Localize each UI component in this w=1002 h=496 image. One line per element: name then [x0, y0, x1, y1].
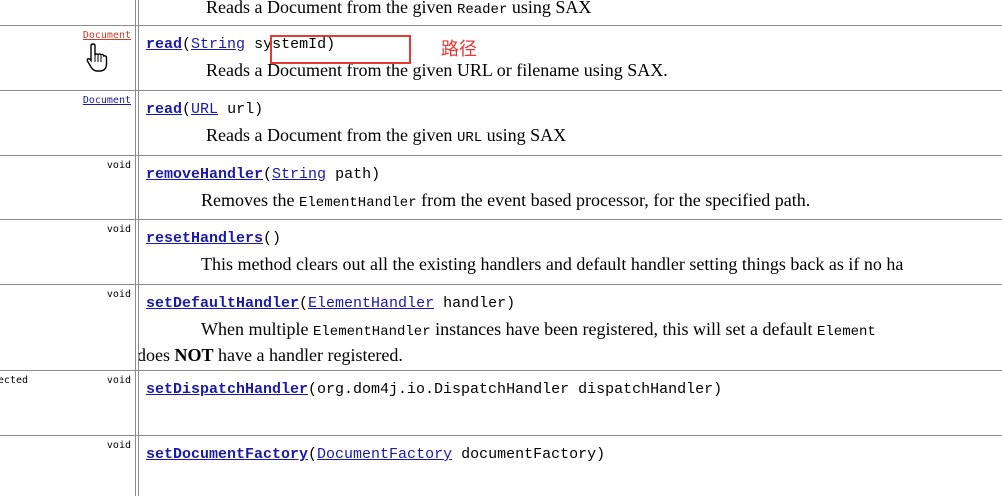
method-description: Removes the ElementHandler from the even… — [201, 190, 810, 211]
summary-cell: resetHandlers() This method clears out al… — [138, 220, 1002, 285]
return-type: void — [106, 375, 131, 386]
return-type: void — [106, 224, 131, 235]
method-row: void setDefaultHandler(ElementHandler han… — [0, 284, 1002, 371]
summary-cell: removeHandler(String path) Removes the El… — [138, 156, 1002, 220]
modifier-cell: void protected — [0, 371, 136, 436]
modifier-cell — [0, 0, 136, 26]
modifier-type: void — [107, 224, 131, 235]
desc-text: This method clears out all the existing … — [201, 254, 904, 274]
summary-cell: setDispatchHandler(org.dom4j.io.Dispatch… — [138, 371, 1002, 436]
method-description: Reads a Document from the given Reader u… — [206, 0, 591, 18]
method-row: Document read(URL url) Reads a Document fr… — [0, 90, 1002, 156]
method-name-link[interactable]: read — [146, 36, 182, 53]
modifier-cell: void — [0, 285, 136, 371]
method-signature: resetHandlers() — [146, 230, 282, 247]
method-name-link[interactable]: setDispatchHandler — [146, 381, 308, 398]
summary-cell: Reads a Document from the given Reader u… — [138, 0, 1002, 26]
method-description: Reads a Document from the given URL usin… — [206, 125, 566, 146]
method-signature: setDispatchHandler(org.dom4j.io.Dispatch… — [146, 381, 722, 398]
desc-text: Reads a Document from the given — [206, 125, 457, 145]
annotation-label: 路径 — [441, 39, 477, 60]
param-type-link[interactable]: ElementHandler — [308, 295, 434, 312]
desc-text: using SAX — [507, 0, 592, 17]
param-type-link[interactable]: DocumentFactory — [317, 446, 452, 463]
method-row: Document read(String systemId) Reads a Doc… — [0, 25, 1002, 91]
summary-cell: setDocumentFactory(DocumentFactory docum… — [138, 436, 1002, 496]
modifier-cell: void — [0, 156, 136, 220]
desc-text: does — [138, 345, 175, 365]
return-type: void — [106, 440, 131, 451]
method-name-link[interactable]: read — [146, 101, 182, 118]
param-type-link[interactable]: String — [272, 166, 326, 183]
return-type-link[interactable]: Document — [83, 95, 131, 106]
desc-text: When multiple — [201, 319, 313, 339]
desc-text: from the event based processor, for the … — [416, 190, 811, 210]
method-signature: read(URL url) — [146, 101, 264, 118]
modifier-type: Document — [83, 30, 131, 41]
modifier-cell: void — [0, 220, 136, 285]
desc-text: Reads a Document from the given — [206, 0, 457, 17]
param-type-link[interactable]: URL — [191, 101, 218, 118]
method-row: void setDocumentFactory(DocumentFactory d… — [0, 435, 1002, 496]
modifier-type: Document — [83, 95, 131, 106]
modifier-type: void — [107, 440, 131, 451]
modifier-type: void protected — [0, 375, 131, 386]
method-params: (org.dom4j.io.DispatchHandler dispatchHa… — [308, 381, 723, 398]
return-type: void — [106, 160, 131, 171]
method-name-link[interactable]: removeHandler — [146, 166, 263, 183]
code-term: URL — [456, 130, 483, 146]
method-row: Reads a Document from the given Reader u… — [0, 0, 1002, 26]
method-description-continued: does NOT have a handler registered. — [138, 345, 403, 366]
hand-pointer-cursor-icon — [86, 43, 108, 72]
param-name: path — [335, 166, 372, 183]
code-term: ElementHandler — [298, 195, 417, 211]
summary-cell: setDefaultHandler(ElementHandler handler… — [138, 285, 1002, 371]
bold-term: NOT — [174, 345, 214, 365]
summary-cell: read(URL url) Reads a Document from the g… — [138, 91, 1002, 156]
desc-text: instances have been registered, this wil… — [430, 319, 817, 339]
modifier-type: void — [107, 160, 131, 171]
return-type-link[interactable]: Document — [83, 30, 131, 41]
code-term: Element — [816, 324, 876, 340]
return-type: void — [106, 289, 131, 300]
modifier-type: void — [107, 289, 131, 300]
modifier-cell: void — [0, 436, 136, 496]
method-description: When multiple ElementHandler instances h… — [201, 319, 876, 340]
param-type-link[interactable]: String — [191, 36, 245, 53]
method-name-link[interactable]: setDefaultHandler — [146, 295, 299, 312]
annotation-highlight-box — [270, 35, 411, 64]
method-signature: removeHandler(String path) — [146, 166, 381, 183]
method-row: void removeHandler(String path) Removes th… — [0, 155, 1002, 220]
modifier-cell: Document — [0, 26, 136, 91]
param-name: handler — [443, 295, 507, 312]
method-signature: setDefaultHandler(ElementHandler handler… — [146, 295, 516, 312]
param-name: documentFactory — [461, 446, 597, 463]
desc-text: using SAX — [482, 125, 567, 145]
desc-text: have a handler registered. — [213, 345, 403, 365]
method-signature: setDocumentFactory(DocumentFactory docum… — [146, 446, 606, 463]
param-name: url — [227, 101, 255, 118]
desc-text: Removes the — [201, 190, 299, 210]
method-description: This method clears out all the existing … — [201, 254, 903, 275]
method-row: void protected setDispatchHandler(org.dom4… — [0, 370, 1002, 436]
method-row: void resetHandlers() This method clears ou… — [0, 219, 1002, 285]
access-modifier: protected — [0, 375, 28, 386]
method-name-link[interactable]: setDocumentFactory — [146, 446, 308, 463]
modifier-cell: Document — [0, 91, 136, 156]
method-name-link[interactable]: resetHandlers — [146, 230, 263, 247]
summary-cell: read(String systemId) Reads a Document fr… — [138, 26, 1002, 91]
code-term: ElementHandler — [312, 324, 431, 340]
code-term: Reader — [456, 2, 508, 18]
